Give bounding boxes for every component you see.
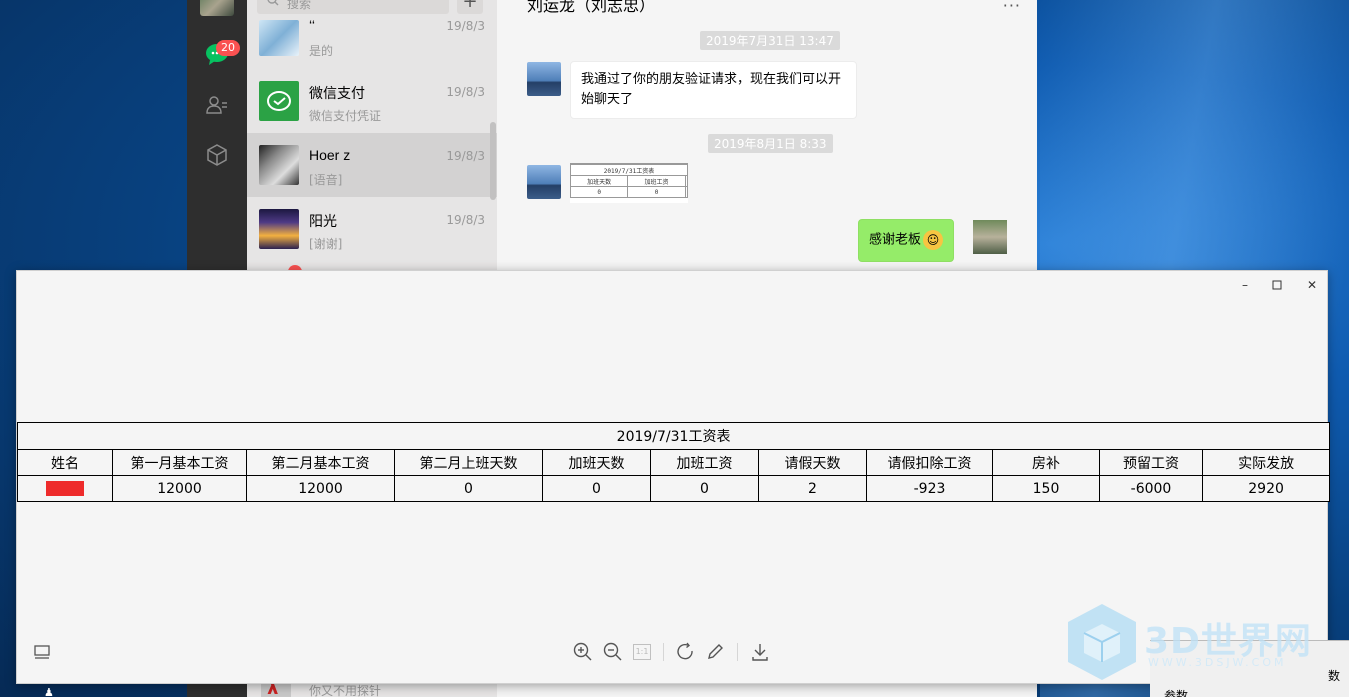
table-cell: -6000 [1099,475,1203,502]
sheet-title: 2019/7/31工资表 [16,422,1331,450]
watermark-logo: 3D世界网 WWW.3DSJW.COM [1064,600,1334,680]
minimize-button[interactable]: – [1235,277,1255,293]
zoom-in-icon[interactable] [572,641,594,663]
contact-avatar [259,209,299,249]
watermark-url: WWW.3DSJW.COM [1148,656,1287,669]
last-message: 是的 [309,44,334,58]
wechat-pay-icon [259,81,299,121]
table-cell: 0 [394,475,543,502]
contact-name: ‘‘ [309,17,315,33]
zoom-out-icon[interactable] [602,641,624,663]
cube-logo-icon [1068,604,1136,680]
contact-name: Hoer z [309,147,351,163]
last-message: 微信支付凭证 [309,109,382,123]
thumb-title: 2019/7/31工资表 [570,164,688,176]
thumb-header: 加班工资 [627,175,686,187]
message-text: 感谢老板 [869,232,922,248]
chat-list-item[interactable]: 微信支付 微信支付凭证 19/8/3 [247,69,497,133]
my-message-bubble[interactable]: 感谢老板 ☺ [858,219,955,262]
last-message: 你又不用探针 [309,684,382,697]
toolbar-separator [737,643,738,661]
table-row: 12000 12000 0 0 0 2 -923 150 -6000 2920 [17,475,1331,502]
column-header: 第二月上班天数 [394,449,543,476]
contact-avatar[interactable] [527,62,561,96]
message-time: 19/8/3 [446,213,485,227]
message-time: 19/8/3 [446,85,485,99]
table-cell: 2 [758,475,867,502]
column-header: 请假天数 [758,449,867,476]
message-timestamp: 2019年7月31日 13:47 [700,31,840,50]
unread-badge: 20 [216,40,240,56]
table-cell: 12000 [246,475,395,502]
edit-icon[interactable] [704,641,726,663]
chat-title: 刘运龙（刘志忠） [527,0,656,15]
mini-program-icon[interactable] [203,141,231,169]
message-bubble[interactable]: 我通过了你的朋友验证请求，现在我们可以开始聊天了 [570,61,857,119]
header-row: 姓名 第一月基本工资 第二月基本工资 第二月上班天数 加班天数 加班工资 请假天… [17,449,1331,476]
thumb-cell: 0 [569,186,629,198]
thumb-cell: 0 [627,186,686,198]
message-time: 19/8/3 [446,149,485,163]
download-icon[interactable] [749,641,771,663]
rotate-icon[interactable] [675,641,697,663]
chat-list-item[interactable]: Hoer z [语音] 19/8/3 [247,133,497,197]
thumb-cell [684,186,689,198]
toolbar-separator [663,643,664,661]
column-header: 第一月基本工资 [112,449,247,476]
message-timestamp: 2019年8月1日 8:33 [708,134,833,153]
contact-name: 阳光 [309,213,337,229]
laughing-emoji-icon: ☺ [923,230,944,250]
name-cell [17,475,113,502]
last-message: [谢谢] [309,237,343,251]
chat-list-item[interactable]: ‘‘ 是的 19/8/3 [247,5,497,69]
table-cell: 150 [992,475,1100,502]
contact-avatar [259,145,299,185]
maximize-button[interactable] [1267,277,1287,293]
table-cell: 2920 [1201,475,1331,502]
chat-list-item[interactable]: 阳光 [谢谢] 19/8/3 [247,197,497,261]
more-options-button[interactable]: ··· [1003,0,1021,15]
cell-text: 参数 [1164,689,1189,697]
contact-name: 微信支付 [309,85,365,101]
column-header: 姓名 [17,449,113,476]
column-header: 预留工资 [1099,449,1203,476]
column-header: 加班天数 [542,449,651,476]
my-avatar[interactable] [200,0,234,16]
chat-list-scrollbar[interactable] [490,122,496,200]
actual-size-label: 1:1 [633,644,651,660]
contact-avatar [259,20,299,56]
last-message: [语音] [309,173,343,187]
column-header: 实际发放 [1201,449,1331,476]
salary-table: 2019/7/31工资表 姓名 第一月基本工资 第二月基本工资 第二月上班天数 … [16,422,1331,502]
image-message-thumbnail[interactable]: 2019/7/31工资表 加班天数 加班工资 00 [569,163,689,203]
contacts-icon[interactable] [203,91,231,119]
table-cell: 0 [650,475,759,502]
column-header: 请假扣除工资 [866,449,993,476]
table-cell: 12000 [112,475,247,502]
column-header: 加班工资 [650,449,759,476]
thumbnail-toggle-icon[interactable] [31,641,53,663]
thumb-cell [684,175,689,187]
table-cell: 0 [542,475,651,502]
table-cell: -923 [866,475,993,502]
thumb-header: 加班天数 [569,175,629,187]
column-header: 房补 [992,449,1100,476]
redacted-name [46,481,84,496]
message-time: 19/8/3 [446,19,485,33]
contact-avatar[interactable] [527,165,561,199]
column-header: 第二月基本工资 [246,449,395,476]
salary-sheet-image: 2019/7/31工资表 姓名 第一月基本工资 第二月基本工资 第二月上班天数 … [16,422,1331,502]
close-button[interactable]: ✕ [1302,277,1322,293]
actual-size-icon[interactable]: 1:1 [631,641,653,663]
my-avatar[interactable] [973,220,1007,254]
desktop-icon[interactable]: ♟ [44,686,58,697]
